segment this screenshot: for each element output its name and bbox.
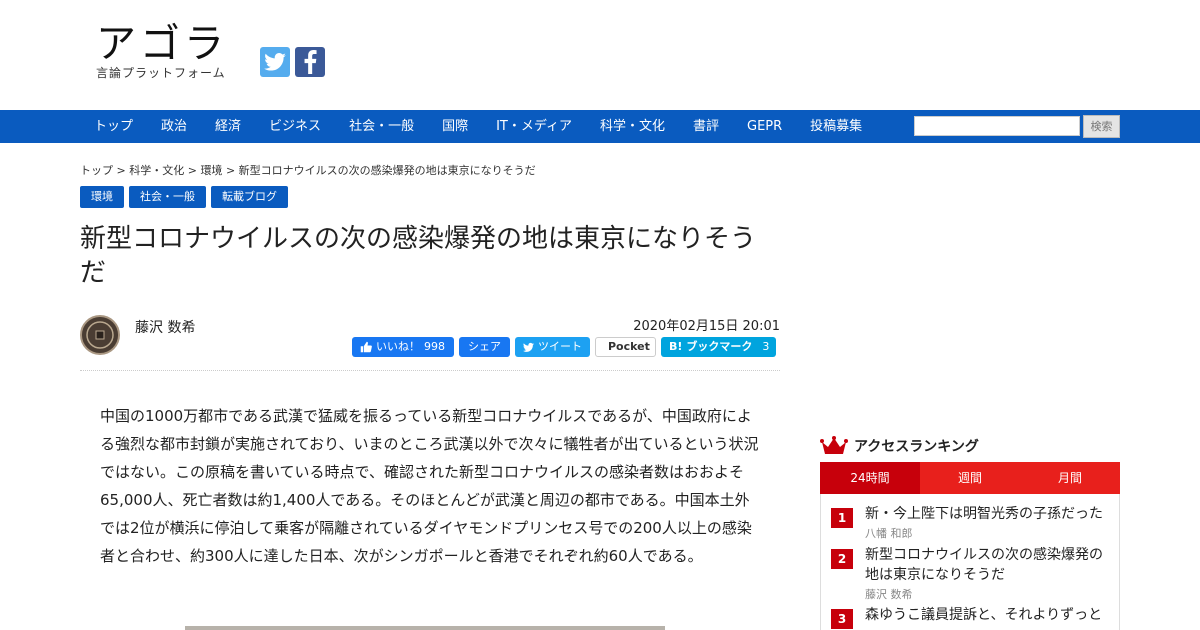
nav-item-business[interactable]: ビジネス: [255, 110, 335, 143]
nav-item-gepr[interactable]: GEPR: [733, 110, 796, 143]
facebook-icon[interactable]: [295, 47, 325, 77]
publish-date: 2020年02月15日 20:01: [633, 319, 780, 334]
rank-author: 八幡 和郎: [865, 527, 913, 540]
nav-item-society[interactable]: 社会・一般: [335, 110, 428, 143]
like-count: 998: [424, 340, 445, 353]
rank-number: 3: [831, 609, 853, 629]
tweet-label: ツイート: [538, 340, 582, 353]
ranking-tabs: 24時間 週間 月間: [820, 462, 1120, 494]
site-header: アゴラ 言論プラットフォーム: [0, 0, 1200, 110]
social-links: [260, 47, 325, 77]
breadcrumb-separator: >: [116, 164, 126, 177]
site-logo[interactable]: アゴラ 言論プラットフォーム: [96, 22, 228, 80]
hatena-bookmark-button[interactable]: B! ブックマーク 3: [661, 337, 776, 357]
twitter-icon: [523, 342, 534, 352]
ranking-title: アクセスランキング: [854, 439, 979, 455]
author-avatar[interactable]: [80, 315, 120, 355]
article-divider: [80, 370, 780, 371]
twitter-icon[interactable]: [260, 47, 290, 77]
hatena-count: 3: [762, 340, 770, 353]
ranking-list: 1 新・今上陛下は明智光秀の子孫だった 八幡 和郎 2 新型コロナウイルスの次の…: [820, 494, 1120, 630]
pocket-label: Pocket: [608, 340, 650, 353]
nav-item-politics[interactable]: 政治: [147, 110, 201, 143]
tab-weekly[interactable]: 週間: [920, 462, 1020, 494]
nav-item-top[interactable]: トップ: [80, 110, 147, 143]
breadcrumb-item-category[interactable]: 科学・文化: [129, 164, 184, 177]
ranking-header: アクセスランキング: [820, 436, 979, 456]
article-title: 新型コロナウイルスの次の感染爆発の地は東京になりそうだ: [80, 224, 757, 288]
pocket-button[interactable]: Pocket: [595, 337, 656, 357]
rank-author: 藤沢 数希: [865, 588, 913, 601]
logo-sub-text: 言論プラットフォーム: [96, 66, 226, 80]
tag-repost-blog[interactable]: 転載ブログ: [211, 186, 288, 208]
author-name[interactable]: 藤沢 数希: [135, 317, 195, 337]
breadcrumb-separator: >: [225, 164, 236, 177]
article-body: 中国の1000万都市である武漢で猛威を振るっている新型コロナウイルスであるが、中…: [100, 407, 759, 565]
search-input[interactable]: [914, 116, 1080, 136]
tab-24h[interactable]: 24時間: [820, 462, 920, 494]
logo-main-text: アゴラ: [96, 21, 228, 67]
breadcrumb-item-subcategory[interactable]: 環境: [200, 164, 222, 177]
breadcrumb-item-current: 新型コロナウイルスの次の感染爆発の地は東京になりそうだ: [238, 164, 536, 177]
rank-title[interactable]: 森ゆうこ議員提訴と、それよりずっと: [865, 605, 1111, 625]
tag-environment[interactable]: 環境: [80, 186, 124, 208]
rank-title[interactable]: 新型コロナウイルスの次の感染爆発の地は東京になりそうだ: [865, 545, 1111, 585]
nav-items: トップ 政治 経済 ビジネス 社会・一般 国際 IT・メディア 科学・文化 書評…: [80, 110, 876, 143]
nav-item-submission[interactable]: 投稿募集: [796, 110, 876, 143]
article-image: [185, 626, 665, 630]
facebook-like-button[interactable]: いいね！ 998: [352, 337, 454, 357]
share-buttons: いいね！ 998 シェア ツイート Pocket B! ブックマーク 3: [352, 337, 776, 357]
search-button[interactable]: 検索: [1083, 115, 1120, 138]
nav-item-book-review[interactable]: 書評: [679, 110, 733, 143]
rank-number: 1: [831, 508, 853, 528]
tag-society[interactable]: 社会・一般: [129, 186, 206, 208]
article-tags: 環境 社会・一般 転載ブログ: [80, 186, 288, 208]
breadcrumb-item-top[interactable]: トップ: [80, 164, 113, 177]
crown-icon: [820, 436, 848, 454]
nav-item-international[interactable]: 国際: [428, 110, 482, 143]
tab-monthly[interactable]: 月間: [1020, 462, 1120, 494]
like-label: いいね！: [376, 340, 420, 353]
hatena-label: ブックマーク: [686, 340, 753, 353]
rank-title[interactable]: 新・今上陛下は明智光秀の子孫だった: [865, 504, 1111, 524]
nav-item-it-media[interactable]: IT・メディア: [482, 110, 586, 143]
nav-item-economy[interactable]: 経済: [201, 110, 255, 143]
nav-item-science-culture[interactable]: 科学・文化: [586, 110, 679, 143]
facebook-share-button[interactable]: シェア: [459, 337, 510, 357]
breadcrumb-separator: >: [187, 164, 197, 177]
rank-number: 2: [831, 549, 853, 569]
thumbs-up-icon: [360, 341, 372, 353]
hatena-b-icon: B!: [669, 340, 683, 353]
breadcrumb: トップ > 科学・文化 > 環境 > 新型コロナウイルスの次の感染爆発の地は東京…: [80, 162, 536, 178]
tweet-button[interactable]: ツイート: [515, 337, 590, 357]
